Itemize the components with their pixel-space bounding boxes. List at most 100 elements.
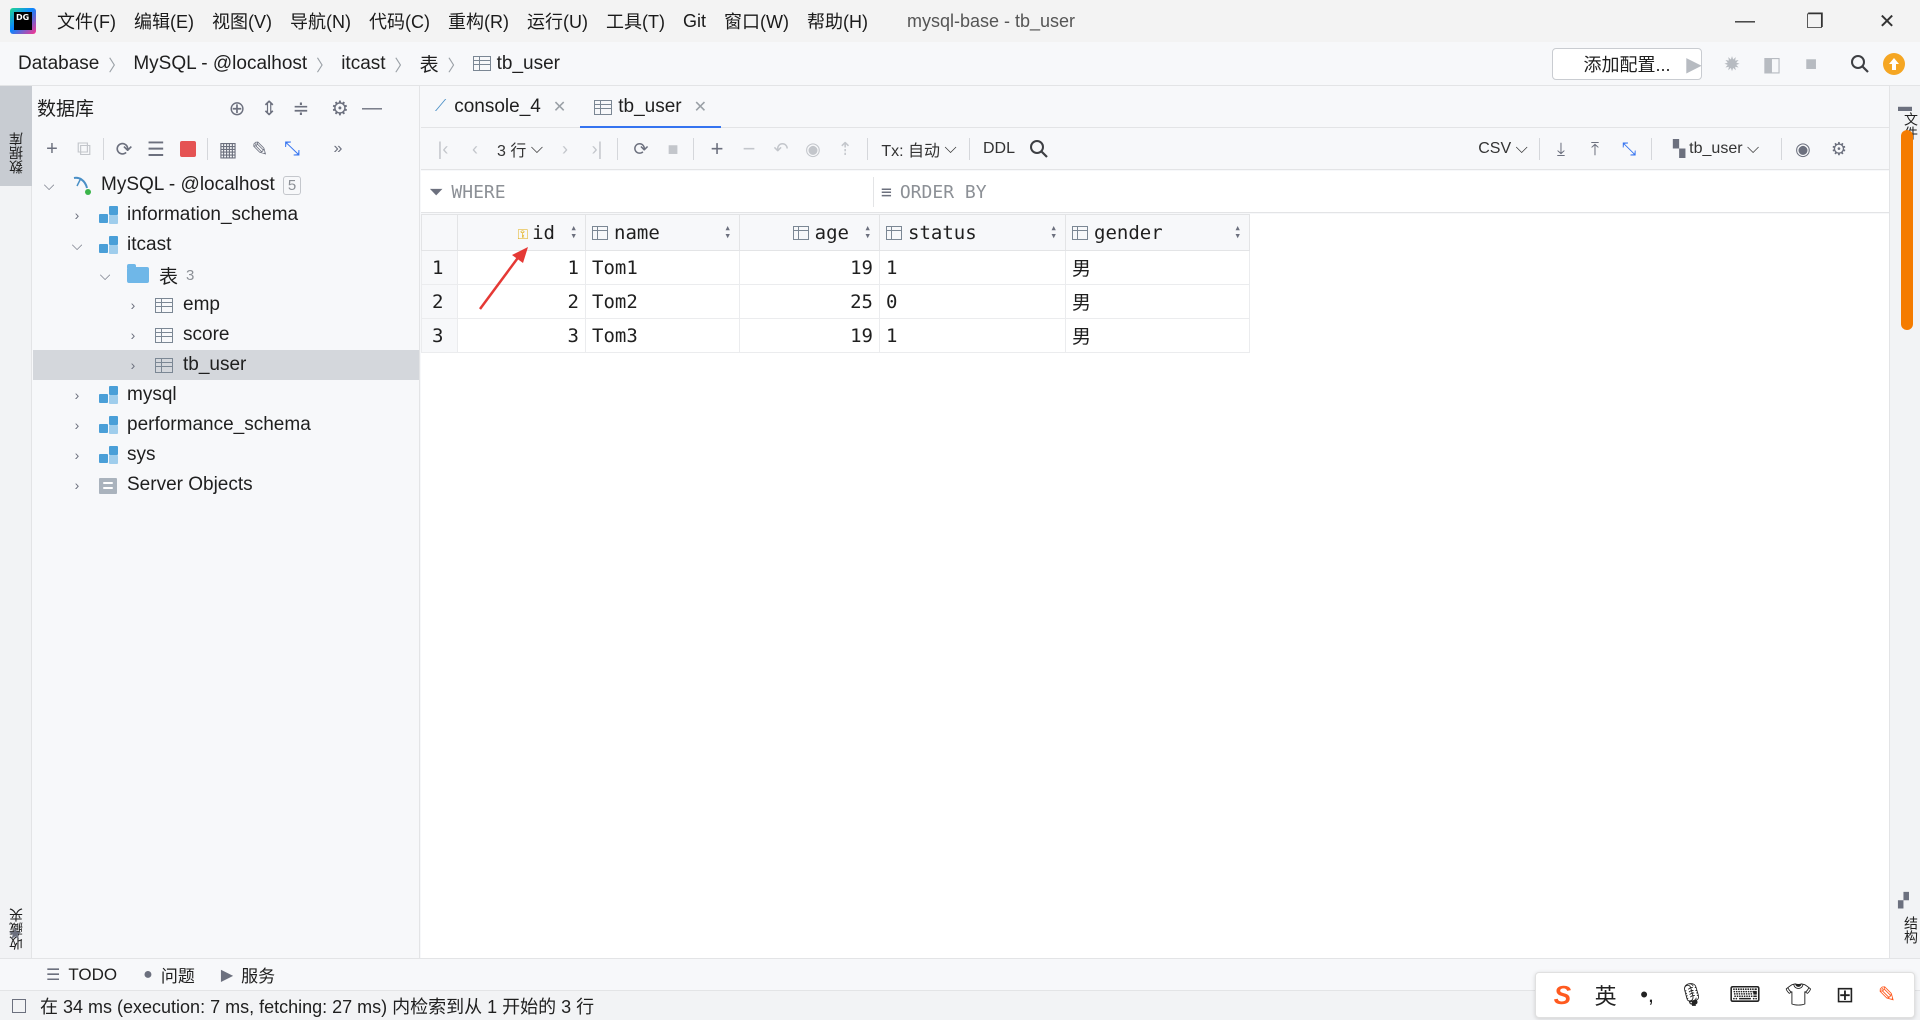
row-count-selector[interactable]: 3 行 ⌵ — [493, 135, 547, 163]
add-icon[interactable]: + — [37, 135, 67, 163]
breadcrumb-schema[interactable]: itcast — [341, 53, 385, 75]
status-toggle-icon[interactable] — [12, 998, 26, 1013]
menu-view[interactable]: 视图(V) — [203, 8, 281, 34]
menu-run[interactable]: 运行(U) — [518, 8, 597, 34]
menu-help[interactable]: 帮助(H) — [798, 8, 877, 34]
column-header-gender[interactable]: gender ▴ ▾ — [1065, 214, 1250, 251]
chevron-right-icon[interactable]: › — [125, 327, 141, 343]
keyboard-icon[interactable]: ⌨︎ — [1729, 982, 1761, 1008]
chevron-right-icon[interactable]: › — [125, 357, 141, 373]
cell-age[interactable]: 19 — [739, 250, 880, 285]
breadcrumb-connection[interactable]: MySQL - @localhost — [133, 53, 307, 75]
cell-name[interactable]: Tom3 — [585, 318, 740, 353]
cell-id[interactable]: 3 — [457, 318, 586, 353]
search-icon[interactable] — [1025, 135, 1053, 163]
jump-to-console-icon[interactable]: ⤡ — [277, 135, 307, 163]
chevron-right-icon[interactable]: › — [69, 387, 85, 403]
sort-arrows-icon[interactable]: ▴ ▾ — [1050, 222, 1057, 241]
chevron-down-icon[interactable]: ⌵ — [41, 177, 57, 193]
table-row[interactable]: 2 2 Tom2 25 0 男 — [421, 284, 1250, 319]
breadcrumb-database[interactable]: Database — [18, 53, 99, 75]
tree-item-schema[interactable]: › information_schema — [33, 200, 419, 230]
assistant-icon[interactable]: ✎ — [1878, 982, 1896, 1008]
sort-arrows-icon[interactable]: ▴ ▾ — [724, 222, 731, 241]
view-options-icon[interactable]: ◉ — [1789, 135, 1817, 163]
table-row[interactable]: 1 1 Tom1 19 1 男 — [421, 250, 1250, 285]
cell-age[interactable]: 19 — [739, 318, 880, 353]
row-number[interactable]: 2 — [421, 284, 458, 319]
sort-arrows-icon[interactable]: ▴ ▾ — [1234, 222, 1241, 241]
chevron-right-icon[interactable]: › — [125, 297, 141, 313]
tree-item-server-objects[interactable]: › Server Objects — [33, 470, 419, 500]
menu-refactor[interactable]: 重构(R) — [439, 8, 518, 34]
column-header-name[interactable]: name ▴ ▾ — [585, 214, 740, 251]
chevron-down-icon[interactable]: ⌵ — [69, 237, 85, 253]
first-page-icon[interactable]: |‹ — [429, 135, 457, 163]
tree-item-table-selected[interactable]: › tb_user — [33, 350, 419, 380]
expand-all-icon[interactable]: ⇕ — [255, 94, 283, 122]
chevron-right-icon[interactable]: › — [69, 477, 85, 493]
add-row-icon[interactable]: + — [703, 135, 731, 163]
copy-icon[interactable]: ⧉ — [69, 135, 99, 163]
problems-tool-button[interactable]: ● 问题 — [143, 962, 195, 987]
menu-file[interactable]: 文件(F) — [48, 8, 125, 34]
next-page-icon[interactable]: › — [551, 135, 579, 163]
stop-icon[interactable]: ■ — [1797, 50, 1825, 78]
stop-icon[interactable] — [173, 135, 203, 163]
menu-navigate[interactable]: 导航(N) — [281, 8, 360, 34]
run-icon[interactable]: ▶ — [1680, 50, 1708, 78]
sort-arrows-icon[interactable]: ▴ ▾ — [864, 222, 871, 241]
tree-item-schema[interactable]: ⌵ itcast — [33, 230, 419, 260]
restore-button[interactable]: ❐ — [1786, 0, 1844, 42]
reload-icon[interactable]: ⟳ — [627, 135, 655, 163]
preview-changes-icon[interactable]: ◉ — [799, 135, 827, 163]
properties-icon[interactable]: ☰ — [141, 135, 171, 163]
table-view-icon[interactable]: ▦ — [213, 135, 243, 163]
delete-row-icon[interactable]: − — [735, 135, 763, 163]
tree-item-table[interactable]: › score — [33, 320, 419, 350]
tree-item-tables-folder[interactable]: ⌵ 表 3 — [33, 260, 419, 290]
more-icon[interactable]: » — [323, 135, 353, 163]
menu-edit[interactable]: 编辑(E) — [125, 8, 203, 34]
download-icon[interactable]: ⤓ — [1547, 135, 1575, 163]
cell-gender[interactable]: 男 — [1065, 284, 1250, 319]
column-header-status[interactable]: status ▴ ▾ — [879, 214, 1066, 251]
update-icon[interactable] — [1880, 50, 1908, 78]
hide-panel-icon[interactable]: — — [358, 94, 386, 122]
row-number[interactable]: 3 — [421, 318, 458, 353]
database-tool-window-tab[interactable]: 数据库 — [0, 86, 32, 186]
order-by-input[interactable]: ≡ ORDER BY — [881, 171, 1281, 213]
table-row[interactable]: 3 3 Tom3 19 1 男 — [421, 318, 1250, 353]
services-tool-button[interactable]: ▶ 服务 — [221, 962, 275, 987]
cell-status[interactable]: 1 — [879, 250, 1066, 285]
tree-item-schema[interactable]: › performance_schema — [33, 410, 419, 440]
punctuation-icon[interactable]: •, — [1640, 982, 1654, 1008]
where-filter-input[interactable]: ⏷ WHERE — [429, 171, 779, 213]
ime-language-toggle[interactable]: 英 — [1595, 979, 1617, 1011]
debug-icon[interactable]: ✹ — [1718, 50, 1746, 78]
tree-item-connection[interactable]: ⌵ MySQL - @localhost 5 — [33, 170, 419, 200]
column-header-id[interactable]: ⚿ id ▴ ▾ — [457, 214, 586, 251]
menu-window[interactable]: 窗口(W) — [715, 8, 798, 34]
breadcrumb-table[interactable]: tb_user — [497, 53, 560, 75]
cell-name[interactable]: Tom1 — [585, 250, 740, 285]
revert-icon[interactable]: ↶ — [767, 135, 795, 163]
chevron-right-icon[interactable]: › — [69, 447, 85, 463]
submit-icon[interactable]: ⇡ — [831, 135, 859, 163]
refresh-icon[interactable]: ⟳ — [109, 135, 139, 163]
chevron-right-icon[interactable]: › — [69, 417, 85, 433]
structure-tool-window-tab[interactable]: 结构 — [1890, 910, 1920, 944]
chevron-right-icon[interactable]: › — [69, 207, 85, 223]
locate-icon[interactable]: ⊕ — [223, 94, 251, 122]
skin-icon[interactable]: 👕︎ — [1784, 982, 1812, 1008]
transaction-mode-selector[interactable]: Tx: 自动 ⌵ — [877, 135, 961, 163]
upload-icon[interactable]: ⤒ — [1581, 135, 1609, 163]
cell-gender[interactable]: 男 — [1065, 250, 1250, 285]
breadcrumb-tables[interactable]: 表 — [420, 50, 439, 77]
menu-code[interactable]: 代码(C) — [360, 8, 439, 34]
menu-tools[interactable]: 工具(T) — [597, 8, 674, 34]
tree-item-schema[interactable]: › sys — [33, 440, 419, 470]
sort-arrows-icon[interactable]: ▴ ▾ — [570, 222, 577, 241]
coverage-icon[interactable]: ◧ — [1758, 50, 1786, 78]
minimize-button[interactable]: — — [1716, 0, 1774, 42]
